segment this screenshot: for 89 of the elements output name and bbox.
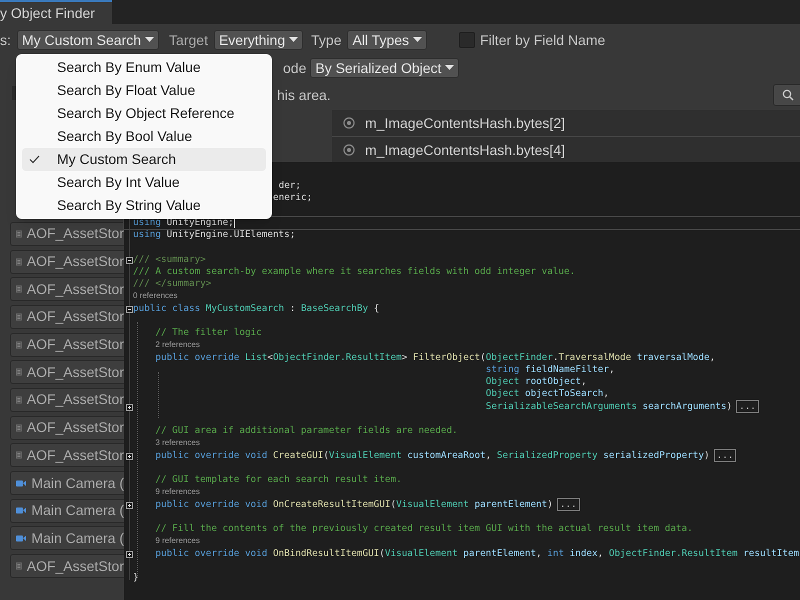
code-line: public override void OnBindResultItemGUI(VisualElement parentElement, int index, ObjectFinder.ResultItem resultItem: [155, 546, 800, 561]
object-item[interactable]: AOF_AssetStor: [10, 443, 124, 468]
object-item[interactable]: AOF_AssetStor: [10, 222, 124, 246]
object-item[interactable]: AOF_AssetStor: [10, 250, 124, 274]
checkbox[interactable]: [12, 86, 16, 100]
code-line: public class MyCustomSearch : BaseSearchBy {: [133, 302, 380, 316]
document-icon: [16, 449, 22, 462]
target-icon: [343, 144, 355, 156]
code-line: // Fill the contents of the previously created result item GUI with the actual result item data.: [155, 522, 693, 536]
object-item[interactable]: AOF_AssetStor: [10, 388, 124, 412]
object-item[interactable]: Main Camera (: [10, 526, 124, 550]
code-line: public override List<ObjectFinder.ResultItem> FilterObject(ObjectFinder.TraversalMode traversalMode,: [155, 350, 716, 364]
code-line: // GUI area if additional parameter fields are needed.: [155, 424, 458, 438]
field-label: Type: [311, 30, 342, 50]
search-icon: [782, 89, 794, 101]
object-item[interactable]: AOF_AssetStor: [10, 332, 124, 357]
document-icon: [16, 283, 22, 296]
code-line: Object objectToSearch,: [486, 387, 609, 402]
dropdown[interactable]: All Types: [347, 30, 428, 50]
expand-icon[interactable]: [126, 550, 133, 558]
dropdown[interactable]: My Custom Search: [17, 30, 160, 50]
references-count[interactable]: 0 references: [133, 290, 178, 302]
code-line: /// </summary>: [133, 277, 212, 292]
caret-icon: [413, 37, 422, 43]
hint-text: his area.: [277, 86, 331, 104]
camera-icon: [16, 534, 26, 543]
document-icon: [16, 256, 22, 268]
document-icon: [16, 394, 22, 406]
code-line: public override void CreateGUI(VisualElement customAreaRoot, SerializedProperty serializedProperty) ...: [155, 448, 736, 463]
caret-icon: [289, 37, 298, 43]
result-label: m_ImageContentsHash.bytes[2]: [365, 114, 565, 133]
caret-icon: [445, 65, 454, 71]
field-label: Target: [169, 30, 208, 50]
document-icon: [16, 422, 22, 434]
result-label: m_ImageContentsHash.bytes[4]: [365, 140, 565, 160]
check-icon: [29, 155, 40, 164]
menu-item[interactable]: Search By String Value: [22, 194, 266, 217]
search-button[interactable]: [773, 84, 800, 106]
document-icon: [16, 560, 22, 572]
camera-icon: [16, 478, 26, 488]
object-item[interactable]: AOF_AssetStor: [10, 360, 124, 384]
code-line: eneric;: [273, 191, 312, 206]
document-icon: [16, 338, 22, 351]
menu-item[interactable]: Search By Float Value: [22, 79, 266, 102]
menu-item[interactable]: Search By Enum Value: [22, 56, 266, 79]
dropdown[interactable]: By Serialized Object: [310, 58, 460, 78]
document-icon: [16, 228, 22, 240]
checkbox-label: Filter by Field Name: [480, 30, 606, 50]
document-icon: [16, 310, 22, 323]
checkbox[interactable]: [459, 32, 476, 48]
code-line: // The filter logic: [155, 326, 262, 340]
code-line: SerializableSearchArguments searchArguments) ...: [486, 400, 759, 414]
code-line: }: [133, 571, 139, 586]
references-count[interactable]: 9 references: [155, 535, 200, 548]
collapse-icon[interactable]: [126, 306, 133, 312]
caret-icon: [145, 37, 154, 43]
object-item[interactable]: Main Camera (: [10, 498, 124, 523]
references-count[interactable]: 3 references: [155, 437, 200, 450]
dropdown[interactable]: Everything: [214, 30, 304, 50]
code-line: using UnityEngine;: [133, 216, 234, 230]
object-item[interactable]: Main Camera (: [10, 471, 124, 496]
code-line: Object rootObject,: [486, 375, 587, 389]
code-line: /// A custom search-by example where it searches fields with odd integer value.: [133, 264, 576, 279]
target-icon: [343, 117, 355, 129]
collapse-icon[interactable]: [126, 256, 133, 264]
object-item[interactable]: AOF_AssetStor: [10, 277, 124, 302]
menu-item[interactable]: Search By Int Value: [22, 171, 266, 194]
code-line: using UnityEngine.UIElements;: [133, 228, 296, 242]
references-count[interactable]: 9 references: [155, 486, 200, 498]
tab[interactable]: y Object Finder: [0, 0, 112, 24]
expand-icon[interactable]: [126, 404, 133, 410]
document-icon: [16, 366, 22, 378]
menu-item[interactable]: Search By Bool Value: [22, 125, 266, 148]
menu-item[interactable]: Search By Object Reference: [22, 102, 266, 125]
code-line: // GUI template for each search result item.: [155, 473, 402, 488]
camera-icon: [16, 506, 26, 516]
field-label: s:: [0, 30, 12, 50]
expand-icon[interactable]: [126, 452, 133, 460]
menu-item[interactable]: My Custom Search: [22, 148, 266, 171]
code-line: string fieldNameFilter,: [486, 362, 615, 377]
references-count[interactable]: 2 references: [155, 339, 200, 352]
object-item[interactable]: AOF_AssetStor: [10, 554, 124, 578]
expand-icon[interactable]: [126, 502, 133, 508]
object-item[interactable]: AOF_AssetStor: [10, 416, 124, 440]
field-label: ode: [283, 58, 306, 78]
code-line: /// <summary>: [133, 252, 206, 267]
code-line: der;: [278, 179, 301, 193]
object-item[interactable]: AOF_AssetStor: [10, 304, 124, 329]
code-line: public override void OnCreateResultItemGUI(VisualElement parentElement) ...: [155, 498, 580, 512]
